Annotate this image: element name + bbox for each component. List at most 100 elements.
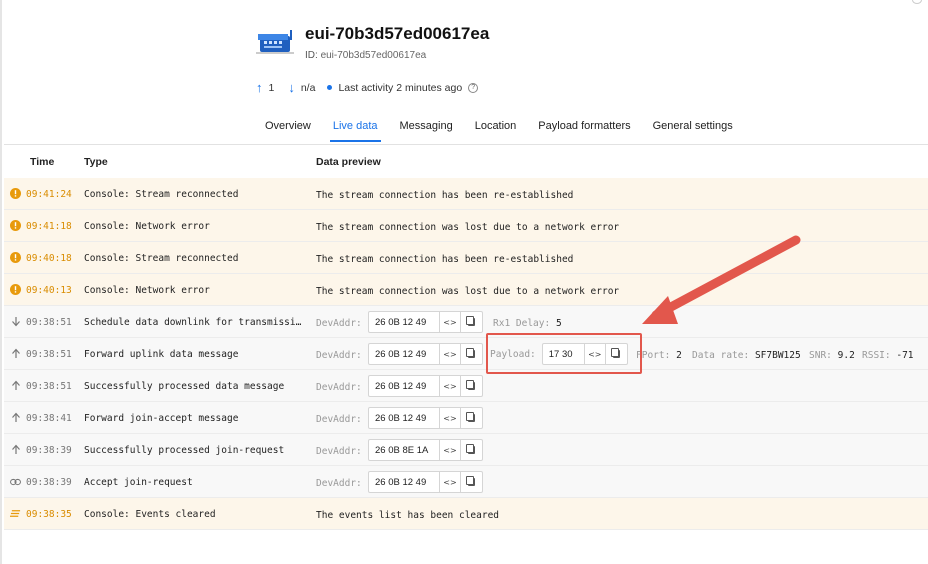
devaddr-field: 26 0B 12 49 <>	[368, 343, 483, 365]
rssi: RSSI: -71	[862, 350, 914, 361]
highlight-callout-box	[486, 333, 642, 374]
tab-location[interactable]: Location	[464, 112, 528, 142]
event-time: 09:41:24	[26, 189, 72, 200]
uplink-arrow-icon	[10, 380, 21, 391]
toggle-format-button[interactable]: <>	[440, 312, 461, 332]
console-page: eui-70b3d57ed00617ea ID: eui-70b3d57ed00…	[0, 0, 928, 564]
table-row[interactable]: 09:38:51 Forward uplink data message Dev…	[4, 338, 928, 370]
copy-button[interactable]	[461, 408, 482, 428]
header-time[interactable]: Time	[30, 156, 54, 168]
warning-icon	[10, 284, 21, 295]
event-preview: The stream connection has been re-establ…	[316, 190, 574, 201]
table-header: Time Type Data preview	[2, 154, 928, 176]
rx1-delay: Rx1 Delay: 5	[493, 318, 562, 329]
uplink-arrow-icon	[10, 412, 21, 423]
device-id: ID: eui-70b3d57ed00617ea	[305, 50, 426, 61]
copy-button[interactable]	[461, 440, 482, 460]
copy-button[interactable]	[461, 376, 482, 396]
event-type: Successfully processed join-request	[84, 445, 285, 456]
device-id-label: ID:	[305, 50, 318, 61]
devaddr-label: DevAddr:	[316, 478, 362, 489]
devaddr-field: 26 0B 12 49 <>	[368, 375, 483, 397]
devaddr-label: DevAddr:	[316, 350, 362, 361]
copy-button[interactable]	[461, 472, 482, 492]
warning-icon	[10, 252, 21, 263]
event-time: 09:40:13	[26, 285, 72, 296]
toggle-format-button[interactable]: <>	[440, 472, 461, 492]
toggle-format-button[interactable]: <>	[440, 344, 461, 364]
devaddr-value[interactable]: 26 0B 12 49	[369, 376, 440, 396]
data-rate: Data rate: SF7BW125	[692, 350, 801, 361]
event-time: 09:38:41	[26, 413, 72, 424]
event-time: 09:41:18	[26, 221, 72, 232]
help-icon[interactable]: ?	[468, 82, 479, 93]
tab-live-data[interactable]: Live data	[322, 112, 389, 142]
devaddr-value[interactable]: 26 0B 8E 1A	[369, 440, 440, 460]
table-row[interactable]: 09:38:39 Successfully processed join-req…	[4, 434, 928, 466]
table-row[interactable]: 09:38:41 Forward join-accept message Dev…	[4, 402, 928, 434]
downlink-arrow-icon	[10, 316, 21, 327]
table-row[interactable]: 09:38:51 Successfully processed data mes…	[4, 370, 928, 402]
devaddr-value[interactable]: 26 0B 12 49	[369, 472, 440, 492]
header-type[interactable]: Type	[84, 156, 108, 168]
event-type: Console: Network error	[84, 285, 210, 296]
copy-icon	[466, 380, 475, 390]
copy-icon	[466, 444, 475, 454]
event-time: 09:38:51	[26, 317, 72, 328]
devaddr-label: DevAddr:	[316, 382, 362, 393]
device-id-value: eui-70b3d57ed00617ea	[320, 50, 427, 61]
uplink-count: 1	[268, 81, 275, 94]
event-preview: The events list has been cleared	[316, 510, 500, 521]
event-type: Forward join-accept message	[84, 413, 239, 424]
event-type: Accept join-request	[84, 477, 193, 488]
link-icon	[10, 476, 21, 487]
uplink-arrow-icon	[10, 444, 21, 455]
event-time: 09:38:39	[26, 477, 72, 488]
device-title: eui-70b3d57ed00617ea	[305, 24, 490, 43]
status-dot-icon	[327, 85, 333, 90]
uplink-arrow-icon	[10, 348, 21, 359]
devaddr-field: 26 0B 12 49 <>	[368, 407, 483, 429]
tab-overview[interactable]: Overview	[254, 112, 322, 142]
table-row[interactable]: 09:41:24 Console: Stream reconnected The…	[4, 178, 928, 210]
event-time: 09:38:35	[26, 509, 72, 520]
header-preview: Data preview	[316, 156, 381, 168]
devaddr-field: 26 0B 12 49 <>	[368, 311, 483, 333]
devaddr-field: 26 0B 8E 1A <>	[368, 439, 483, 461]
event-type: Schedule data downlink for transmissi…	[84, 317, 302, 328]
copy-button[interactable]	[461, 344, 482, 364]
event-preview: The stream connection has been re-establ…	[316, 254, 574, 265]
event-time: 09:40:18	[26, 253, 72, 264]
warning-icon	[10, 188, 21, 199]
toggle-format-button[interactable]: <>	[440, 408, 461, 428]
copy-icon	[466, 476, 475, 486]
fport: FPort: 2	[636, 350, 682, 361]
event-preview: The stream connection was lost due to a …	[316, 222, 620, 233]
tab-general-settings[interactable]: General settings	[642, 112, 744, 142]
devaddr-value[interactable]: 26 0B 12 49	[369, 408, 440, 428]
event-type: Console: Events cleared	[84, 509, 216, 520]
devaddr-value[interactable]: 26 0B 12 49	[369, 344, 440, 364]
toggle-format-button[interactable]: <>	[440, 440, 461, 460]
copy-icon	[466, 316, 475, 326]
table-row[interactable]: 09:38:39 Accept join-request DevAddr: 26…	[4, 466, 928, 498]
devaddr-field: 26 0B 12 49 <>	[368, 471, 483, 493]
toggle-format-button[interactable]: <>	[440, 376, 461, 396]
annotation-arrow-icon	[642, 235, 801, 324]
table-row[interactable]: 09:38:35 Console: Events cleared The eve…	[4, 498, 928, 530]
copy-button[interactable]	[461, 312, 482, 332]
copy-icon	[466, 348, 475, 358]
devaddr-label: DevAddr:	[316, 318, 362, 329]
copy-icon	[466, 412, 475, 422]
event-time: 09:38:51	[26, 381, 72, 392]
events-cleared-icon	[10, 508, 21, 519]
tab-messaging[interactable]: Messaging	[389, 112, 464, 142]
event-preview: The stream connection was lost due to a …	[316, 286, 620, 297]
uplink-arrow-icon: ↑	[256, 80, 263, 95]
event-time: 09:38:51	[26, 349, 72, 360]
tabs-divider	[4, 144, 928, 145]
downlink-arrow-icon: ↓	[288, 80, 295, 95]
devaddr-value[interactable]: 26 0B 12 49	[369, 312, 440, 332]
tab-payload-formatters[interactable]: Payload formatters	[527, 112, 641, 142]
device-stats: ↑ 1 ↓ n/a Last activity 2 minutes ago ?	[256, 80, 479, 95]
